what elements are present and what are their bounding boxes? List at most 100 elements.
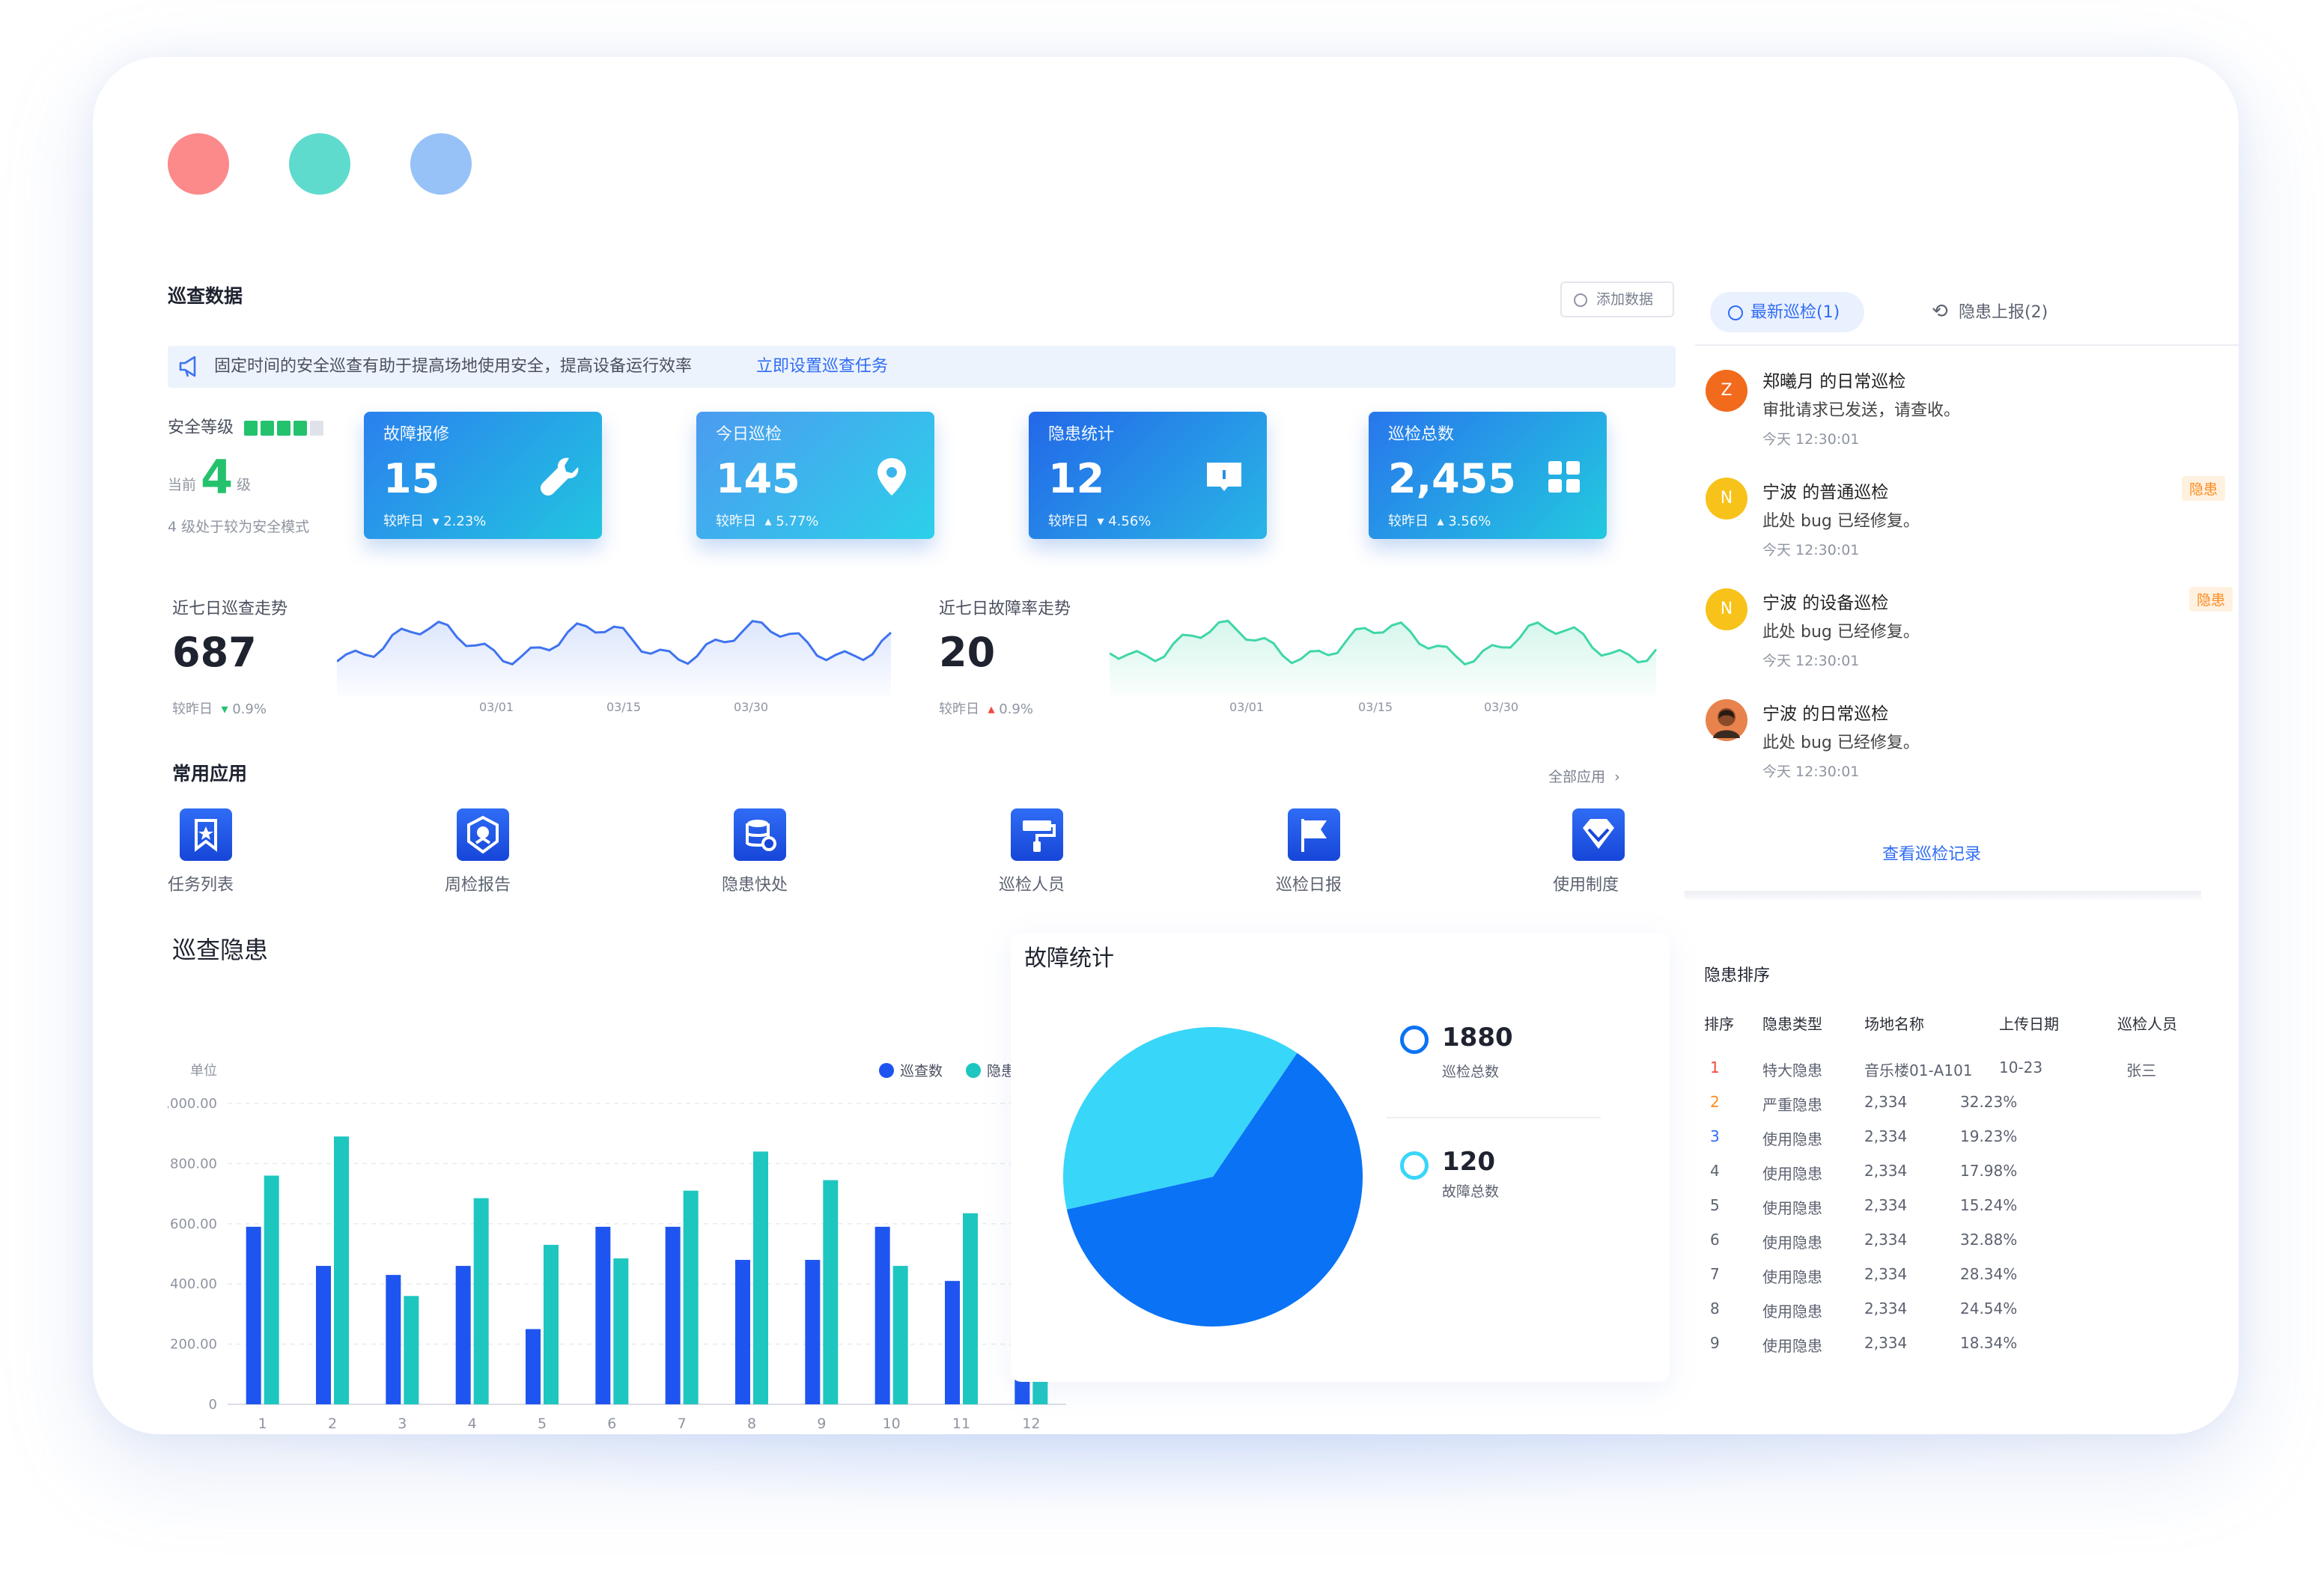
type-cell: 使用隐患 <box>1762 1268 1822 1286</box>
bar-inspection[interactable] <box>735 1260 750 1404</box>
bar-inspection[interactable] <box>945 1281 960 1404</box>
trend-tick: 03/15 <box>606 700 641 714</box>
app-item-task-list[interactable]: 任务列表 <box>168 808 258 895</box>
table-row[interactable]: 4 使用隐患 2,334 17.98% <box>1704 1162 2213 1184</box>
avatar: N <box>1706 478 1747 520</box>
rank-cell: 1 <box>1710 1058 1720 1076</box>
bar-hazard[interactable] <box>473 1198 489 1404</box>
all-apps-link[interactable]: 全部应用 › <box>1548 770 1620 785</box>
app-item-usage-policy[interactable]: 使用制度 <box>1553 808 1643 895</box>
tab-label: 最新巡检(1) <box>1750 303 1840 322</box>
app-item-daily-report[interactable]: 巡检日报 <box>1276 808 1366 895</box>
table-row[interactable]: 2 严重隐患 2,334 32.23% <box>1704 1093 2213 1115</box>
bar-hazard[interactable] <box>683 1190 699 1404</box>
bar-hazard[interactable] <box>613 1258 629 1404</box>
trend-title: 近七日故障率走势 <box>939 600 1071 618</box>
y-tick-label: 200.00 <box>170 1337 217 1353</box>
bar-inspection[interactable] <box>455 1266 471 1404</box>
refresh-icon: ⟲ <box>1932 300 1948 323</box>
stat-card-hazard-stats[interactable]: 隐患统计 12 较昨日 ▾ 4.56% <box>1029 412 1267 539</box>
place-cell: 2,334 <box>1864 1127 1908 1145</box>
rank-cell: 6 <box>1710 1231 1720 1249</box>
bar-hazard[interactable] <box>892 1266 908 1404</box>
ranking-header: 上传日期 <box>1999 1015 2059 1033</box>
y-tick-label: 400.00 <box>170 1276 217 1292</box>
tab-hazard-report[interactable]: ⟲ 隐患上报(2) <box>1927 292 2077 332</box>
bar-inspection[interactable] <box>526 1329 541 1405</box>
bar-hazard[interactable] <box>544 1244 559 1404</box>
table-row[interactable]: 1 特大隐患 音乐楼01-A101 10-23 张三 <box>1704 1058 2213 1081</box>
x-tick-label: 7 <box>678 1416 687 1432</box>
table-row[interactable]: 3 使用隐患 2,334 19.23% <box>1704 1127 2213 1150</box>
ranking-header: 隐患类型 <box>1762 1015 1822 1033</box>
bar-inspection[interactable] <box>665 1226 681 1404</box>
database-icon <box>734 808 786 861</box>
feed-divider <box>1685 891 2201 900</box>
trend-sparkline: 03/01 03/15 03/30 <box>337 620 892 714</box>
window-dot-minimize[interactable] <box>289 133 350 195</box>
stat-card-today-inspection[interactable]: 今日巡检 145 较昨日 ▴ 5.77% <box>696 412 934 539</box>
feed-item[interactable]: 宁波 的日常巡检 此处 bug 已经修复。 今天 12:30:01 <box>1695 689 2239 798</box>
bar-inspection[interactable] <box>595 1226 611 1404</box>
feed-item[interactable]: Z 郑曦月 的日常巡检 审批请求已发送，请查收。 今天 12:30:01 <box>1695 356 2239 466</box>
add-data-label: 添加数据 <box>1596 291 1654 308</box>
stat-card-value: 2,455 <box>1388 455 1516 502</box>
legend-label: 巡检总数 <box>1442 1064 1500 1080</box>
ranking-header-row: 排序 隐患类型 场地名称 上传日期 巡检人员 <box>1704 1012 2213 1035</box>
notice-link[interactable]: 立即设置巡查任务 <box>756 357 888 376</box>
bar-hazard[interactable] <box>823 1180 839 1404</box>
app-item-hazard-quick[interactable]: 隐患快处 <box>722 808 812 895</box>
app-item-inspectors[interactable]: 巡检人员 <box>999 808 1089 895</box>
rank-cell: 5 <box>1710 1196 1720 1214</box>
person-avatar-icon <box>1713 708 1740 738</box>
fault-chart-title: 故障统计 <box>1024 945 1114 972</box>
feed-time: 今天 12:30:01 <box>1762 542 1860 558</box>
table-row[interactable]: 9 使用隐患 2,334 18.34% <box>1704 1334 2213 1356</box>
table-row[interactable]: 7 使用隐患 2,334 28.34% <box>1704 1265 2213 1288</box>
table-row[interactable]: 8 使用隐患 2,334 24.54% <box>1704 1300 2213 1322</box>
app-label: 巡检人员 <box>999 876 1065 895</box>
stat-card-fault-repair[interactable]: 故障报修 15 较昨日 ▾ 2.23% <box>364 412 602 539</box>
place-cell: 2,334 <box>1864 1196 1908 1214</box>
feed-item[interactable]: N 宁波 的设备巡检 隐患 此处 bug 已经修复。 今天 12:30:01 <box>1695 578 2239 687</box>
table-row[interactable]: 5 使用隐患 2,334 15.24% <box>1704 1196 2213 1219</box>
x-tick-label: 8 <box>747 1416 756 1432</box>
table-row[interactable]: 6 使用隐患 2,334 32.88% <box>1704 1231 2213 1253</box>
date-cell: 17.98% <box>1960 1162 2018 1180</box>
stat-card-compare: 较昨日 ▾ 2.23% <box>383 514 487 529</box>
bar-inspection[interactable] <box>316 1266 331 1404</box>
y-tick-label: 0 <box>209 1397 217 1413</box>
bar-hazard[interactable] <box>334 1136 349 1404</box>
type-cell: 使用隐患 <box>1762 1199 1822 1217</box>
view-records-link[interactable]: 查看巡检记录 <box>1882 845 1981 864</box>
flag-icon <box>1288 808 1340 861</box>
tab-latest-inspection[interactable]: 最新巡检(1) <box>1710 292 1864 332</box>
feed-item[interactable]: N 宁波 的普通巡检 隐患 此处 bug 已经修复。 今天 12:30:01 <box>1695 467 2239 576</box>
add-data-button[interactable]: 添加数据 <box>1560 281 1674 317</box>
feed-time: 今天 12:30:01 <box>1762 764 1860 780</box>
stat-card-compare: 较昨日 ▾ 4.56% <box>1048 514 1152 529</box>
bar-hazard[interactable] <box>963 1213 978 1404</box>
grid-icon <box>1548 461 1580 493</box>
place-cell: 2,334 <box>1864 1231 1908 1249</box>
feed-title: 宁波 的日常巡检 <box>1762 704 1889 724</box>
trend-sparkline: 03/01 03/15 03/30 <box>1110 619 1658 714</box>
bar-hazard[interactable] <box>753 1151 768 1404</box>
bar-inspection[interactable] <box>805 1260 821 1404</box>
bar-inspection[interactable] <box>874 1226 890 1404</box>
window-dot-close[interactable] <box>168 133 229 195</box>
app-item-weekly-report[interactable]: 周检报告 <box>445 808 535 895</box>
type-cell: 使用隐患 <box>1762 1234 1822 1252</box>
bar-inspection[interactable] <box>246 1226 261 1404</box>
x-tick-label: 11 <box>952 1416 970 1432</box>
place-cell: 2,334 <box>1864 1265 1908 1283</box>
legend-divider <box>1387 1117 1601 1118</box>
window-dot-zoom[interactable] <box>410 133 472 195</box>
bar-inspection[interactable] <box>386 1275 401 1404</box>
bar-hazard[interactable] <box>404 1296 419 1404</box>
bar-hazard[interactable] <box>264 1175 279 1404</box>
feed-desc: 此处 bug 已经修复。 <box>1762 623 1920 642</box>
feed-title: 郑曦月 的日常巡检 <box>1762 372 1906 392</box>
stat-card-label: 今日巡检 <box>716 425 782 444</box>
stat-card-total-inspection[interactable]: 巡检总数 2,455 较昨日 ▴ 3.56% <box>1369 412 1607 539</box>
